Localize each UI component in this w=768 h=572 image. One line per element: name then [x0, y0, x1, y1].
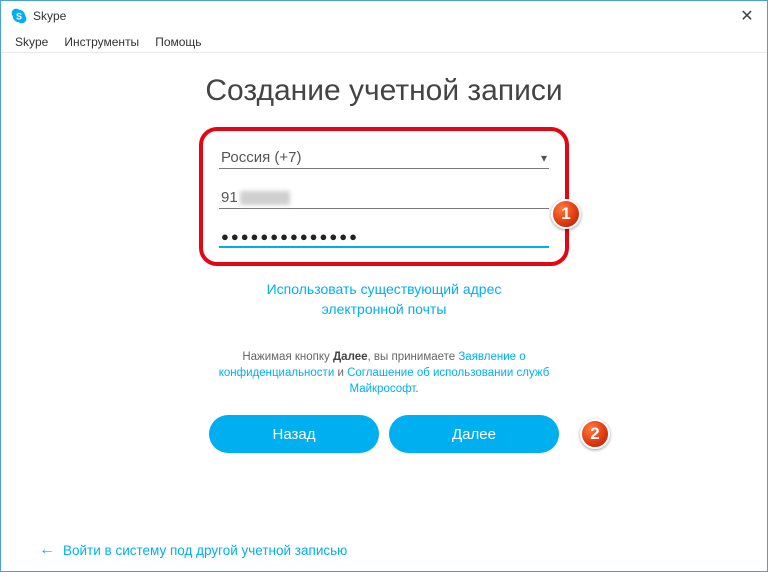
use-existing-email-link[interactable]: Использовать существующий адрес электрон… — [234, 280, 534, 319]
agreement-prefix: Нажимая кнопку — [242, 351, 333, 363]
next-button[interactable]: Далее — [389, 415, 559, 453]
page-heading: Создание учетной записи — [1, 73, 767, 109]
menu-skype[interactable]: Skype — [7, 35, 56, 49]
window-title: Skype — [33, 9, 735, 23]
chevron-down-icon: ▾ — [541, 151, 547, 165]
menu-tools[interactable]: Инструменты — [56, 35, 147, 49]
phone-visible-digits: 91 — [221, 189, 238, 206]
phone-input[interactable]: 91 — [219, 183, 549, 209]
agreement-text: Нажимая кнопку Далее, вы принимаете Заяв… — [204, 349, 564, 397]
agreement-mid: , вы принимаете — [368, 351, 459, 363]
country-label: Россия (+7) — [221, 149, 301, 166]
back-button[interactable]: Назад — [209, 415, 379, 453]
phone-redacted — [240, 191, 290, 205]
close-button[interactable]: ✕ — [735, 6, 759, 26]
password-input[interactable]: ●●●●●●●●●●●●●● — [219, 223, 549, 248]
agreement-and: и — [334, 367, 347, 379]
sign-in-other-account-link[interactable]: ← Войти в систему под другой учетной зап… — [39, 541, 347, 559]
svg-text:S: S — [16, 12, 22, 22]
menubar: Skype Инструменты Помощь — [1, 31, 767, 53]
main-content: Создание учетной записи Россия (+7) ▾ 91… — [1, 53, 767, 453]
terms-link[interactable]: Соглашение об использовании служб Майкро… — [347, 367, 549, 395]
signup-form-annotated: Россия (+7) ▾ 91 ●●●●●●●●●●●●●● 1 — [199, 127, 569, 266]
annotation-badge-2: 2 — [580, 419, 610, 449]
arrow-left-icon: ← — [39, 541, 55, 559]
agreement-bold: Далее — [333, 351, 368, 363]
sign-in-other-account-label: Войти в систему под другой учетной запис… — [63, 543, 347, 558]
skype-logo-icon: S — [11, 8, 27, 24]
agreement-suffix: . — [415, 383, 418, 395]
titlebar: S Skype ✕ — [1, 1, 767, 31]
country-select[interactable]: Россия (+7) ▾ — [219, 143, 549, 169]
menu-help[interactable]: Помощь — [147, 35, 209, 49]
button-row: Назад Далее 2 — [184, 415, 584, 453]
annotation-badge-1: 1 — [551, 199, 581, 229]
